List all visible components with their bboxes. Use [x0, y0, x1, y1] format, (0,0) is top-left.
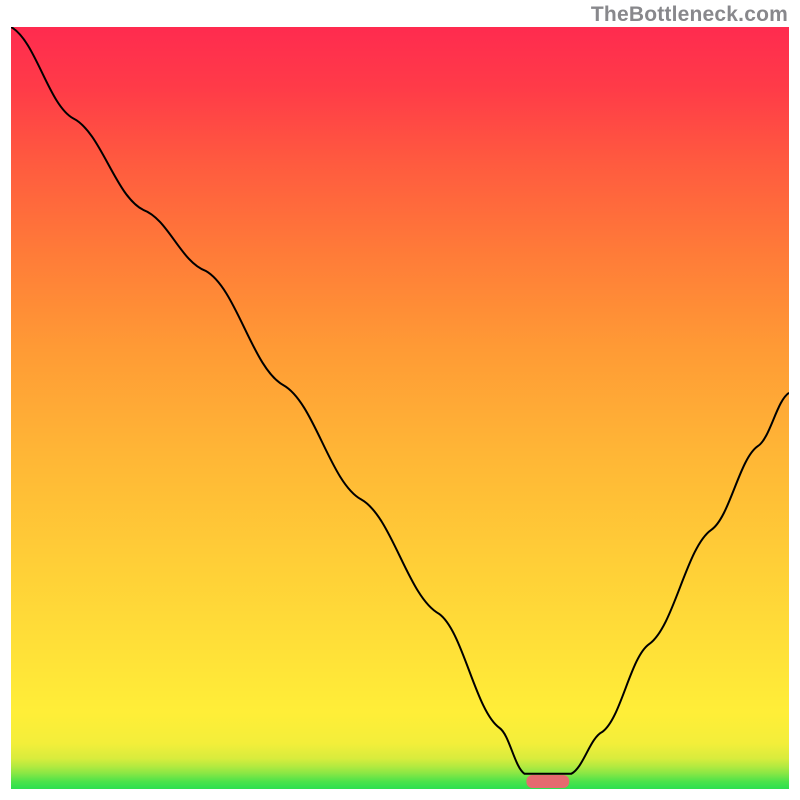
watermark: TheBottleneck.com — [591, 3, 788, 27]
plot-area — [11, 27, 789, 789]
